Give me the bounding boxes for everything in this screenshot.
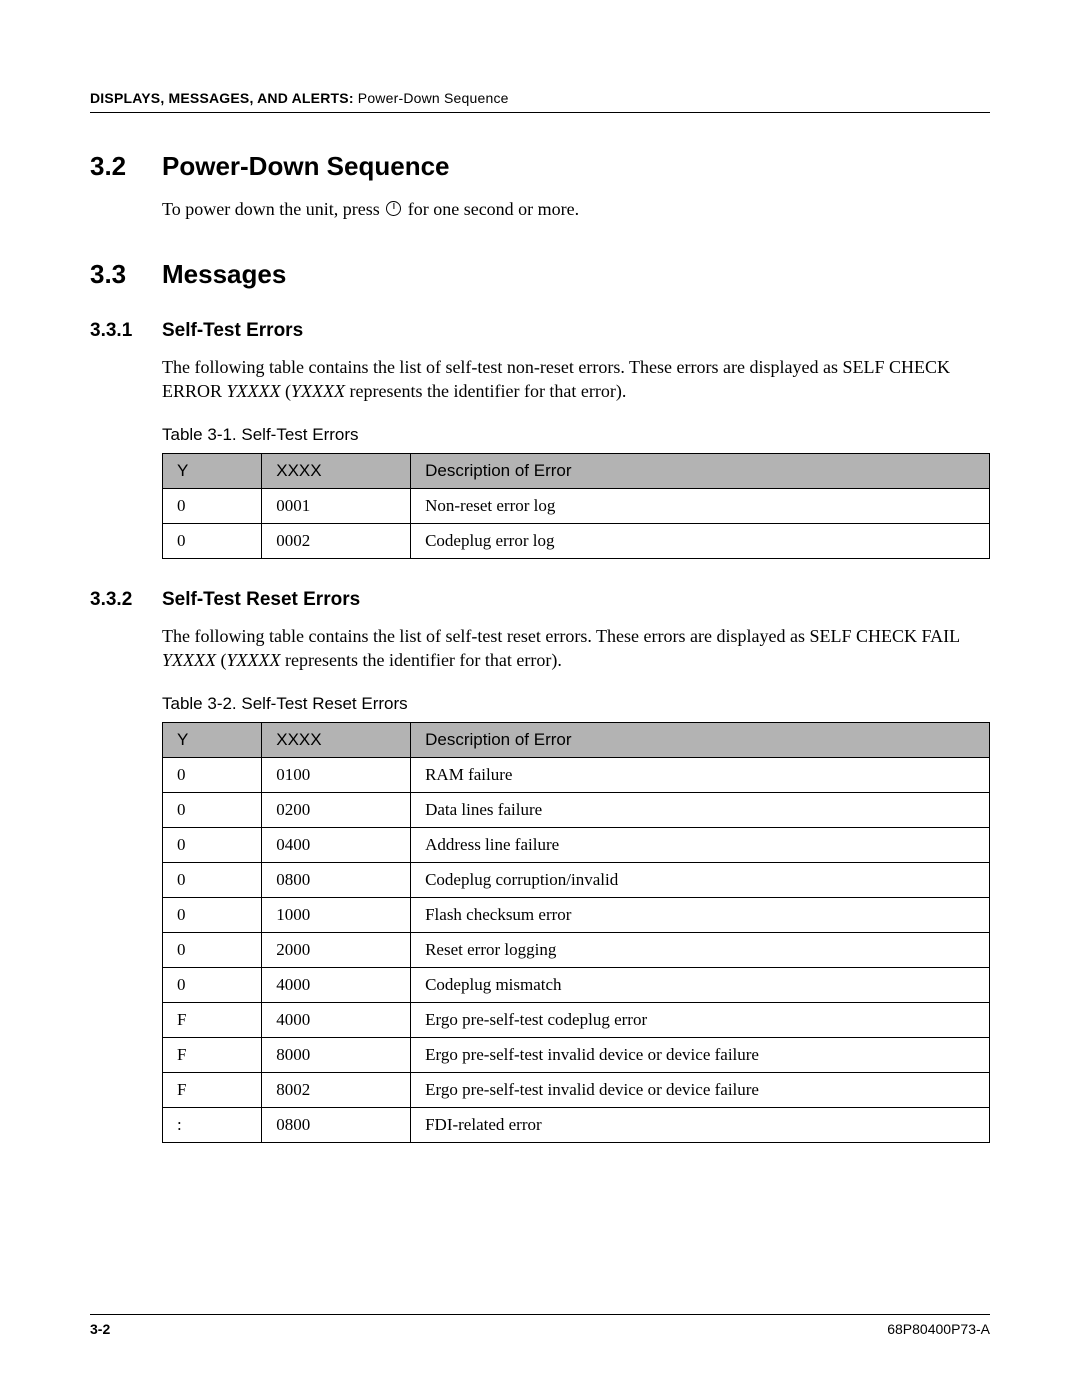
- section-3-2-number: 3.2: [90, 151, 162, 182]
- section-3-3-title: Messages: [162, 259, 286, 290]
- footer-rule: [90, 1314, 990, 1315]
- text-before-icon: To power down the unit, press: [162, 199, 384, 219]
- table-row: 04000Codeplug mismatch: [163, 967, 990, 1002]
- table-header-desc: Description of Error: [411, 454, 990, 489]
- table-row: 02000Reset error logging: [163, 932, 990, 967]
- section-3-3-1-body: The following table contains the list of…: [162, 356, 990, 403]
- table-row: 00100RAM failure: [163, 757, 990, 792]
- section-3-3-2-body: The following table contains the list of…: [162, 625, 990, 672]
- header-rule: [90, 112, 990, 113]
- table-row: 00800Codeplug corruption/invalid: [163, 862, 990, 897]
- table-row: F4000Ergo pre-self-test codeplug error: [163, 1002, 990, 1037]
- section-3-3-2-number: 3.3.2: [90, 589, 162, 611]
- table-row: 00400Address line failure: [163, 827, 990, 862]
- page-number: 3-2: [90, 1321, 110, 1337]
- text-after-icon: for one second or more.: [403, 199, 579, 219]
- running-header-rest: Power-Down Sequence: [354, 90, 509, 106]
- table-row: F8000Ergo pre-self-test invalid device o…: [163, 1037, 990, 1072]
- section-3-3-1-heading: 3.3.1 Self-Test Errors: [90, 320, 990, 342]
- table-header-desc: Description of Error: [411, 722, 990, 757]
- table-row: 00200Data lines failure: [163, 792, 990, 827]
- section-3-3-1-number: 3.3.1: [90, 320, 162, 342]
- table-3-2-caption: Table 3-2. Self-Test Reset Errors: [162, 694, 990, 714]
- table-header-y: Y: [163, 722, 262, 757]
- table-3-1-caption: Table 3-1. Self-Test Errors: [162, 425, 990, 445]
- running-header-bold: DISPLAYS, MESSAGES, AND ALERTS:: [90, 90, 354, 106]
- table-row: 0 0002 Codeplug error log: [163, 524, 990, 559]
- doc-number: 68P80400P73-A: [887, 1321, 990, 1337]
- page-footer: 3-2 68P80400P73-A: [90, 1314, 990, 1337]
- section-3-3-heading: 3.3 Messages: [90, 259, 990, 290]
- power-icon: [386, 201, 401, 216]
- section-3-3-2-title: Self-Test Reset Errors: [162, 589, 360, 611]
- table-header-row: Y XXXX Description of Error: [163, 722, 990, 757]
- table-row: :0800FDI-related error: [163, 1107, 990, 1142]
- section-3-2-heading: 3.2 Power-Down Sequence: [90, 151, 990, 182]
- section-3-3-2-heading: 3.3.2 Self-Test Reset Errors: [90, 589, 990, 611]
- section-3-3-number: 3.3: [90, 259, 162, 290]
- table-row: F8002Ergo pre-self-test invalid device o…: [163, 1072, 990, 1107]
- section-3-2-title: Power-Down Sequence: [162, 151, 450, 182]
- table-3-2: Y XXXX Description of Error 00100RAM fai…: [162, 722, 990, 1143]
- section-3-2-body: To power down the unit, press for one se…: [162, 198, 990, 221]
- table-header-y: Y: [163, 454, 262, 489]
- table-3-1: Y XXXX Description of Error 0 0001 Non-r…: [162, 453, 990, 559]
- table-row: 0 0001 Non-reset error log: [163, 489, 990, 524]
- running-header: DISPLAYS, MESSAGES, AND ALERTS: Power-Do…: [90, 90, 990, 106]
- table-header-x: XXXX: [262, 722, 411, 757]
- table-header-x: XXXX: [262, 454, 411, 489]
- table-row: 01000Flash checksum error: [163, 897, 990, 932]
- table-header-row: Y XXXX Description of Error: [163, 454, 990, 489]
- section-3-3-1-title: Self-Test Errors: [162, 320, 303, 342]
